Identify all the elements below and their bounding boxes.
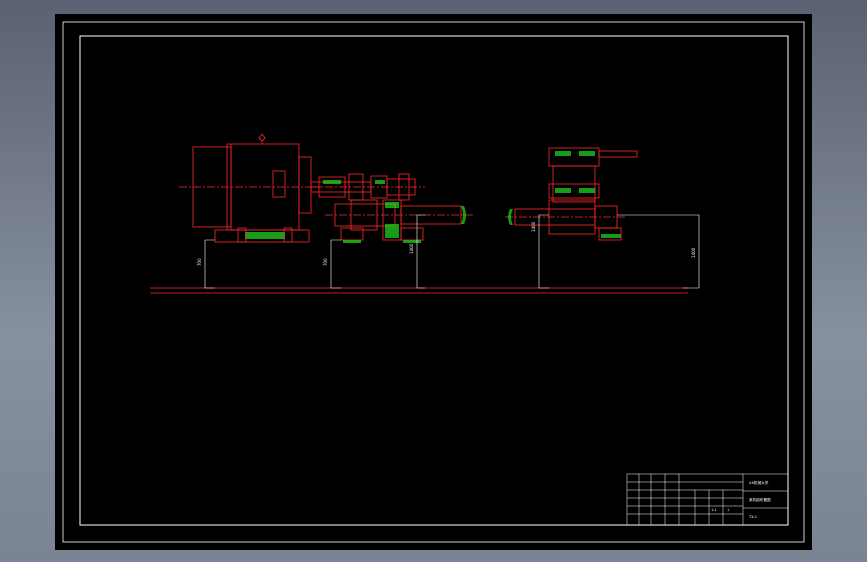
upper-mechanism-hatch xyxy=(555,151,595,193)
motor-base xyxy=(214,227,310,243)
upper-mechanism[interactable] xyxy=(548,147,638,203)
title-block-company: XX机械大学 xyxy=(749,480,769,485)
title-block-scale: 1:1 xyxy=(711,508,717,512)
main-shaft-left[interactable] xyxy=(325,199,475,241)
ground-lines xyxy=(150,287,688,294)
dim-label-shaft-right: 1400 xyxy=(531,221,536,232)
main-shaft-right[interactable] xyxy=(505,199,625,235)
outer-border xyxy=(62,21,805,543)
title-block-sheet: 1 xyxy=(727,508,729,512)
drawing-canvas: 700 700 1400 1400 1400 XX机械大学 某机组布置图 TX-… xyxy=(62,21,805,543)
dim-label-motor-base: 700 xyxy=(197,258,202,266)
dim-label-left-bearing: 700 xyxy=(323,258,328,266)
dim-label-shaft-left: 1400 xyxy=(409,243,414,254)
title-block-drawing-number: TX-1 xyxy=(748,515,757,519)
cad-viewport[interactable]: 700 700 1400 1400 1400 XX机械大学 某机组布置图 TX-… xyxy=(55,14,812,550)
dimension-lines xyxy=(204,214,700,289)
dim-label-right-support: 1400 xyxy=(691,247,696,258)
inner-border xyxy=(79,35,789,526)
title-block-drawing-title: 某机组布置图 xyxy=(749,497,771,502)
shaft-left-hatch xyxy=(385,202,466,238)
motor[interactable] xyxy=(179,133,321,231)
coupling-shaft[interactable] xyxy=(310,173,425,201)
